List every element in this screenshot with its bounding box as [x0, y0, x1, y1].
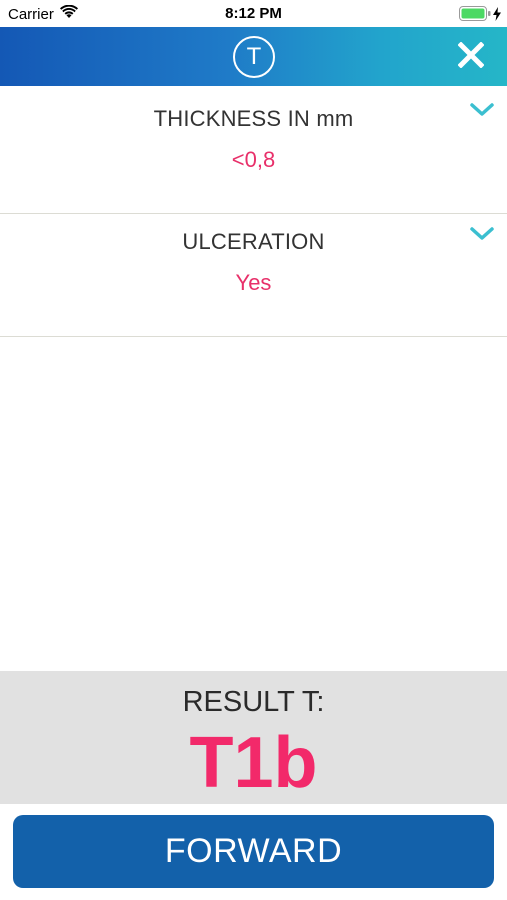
screen: Carrier 8:12 PM T THICKNESS IN mm <0,8 U… — [0, 0, 507, 900]
thickness-label: THICKNESS IN mm — [153, 106, 354, 131]
logo-letter: T — [246, 43, 262, 70]
chevron-down-icon[interactable] — [469, 224, 495, 244]
close-icon — [458, 42, 484, 68]
chevron-down-icon[interactable] — [469, 100, 495, 120]
result-panel: RESULT T: T1b — [0, 671, 507, 804]
battery-icon — [459, 6, 491, 25]
ulceration-selector[interactable]: ULCERATION Yes — [0, 214, 507, 337]
result-value: T1b — [189, 723, 318, 803]
result-label: RESULT T: — [182, 686, 325, 718]
charging-bolt-icon — [493, 6, 501, 25]
status-time: 8:12 PM — [225, 5, 282, 22]
status-bar: Carrier 8:12 PM — [0, 0, 507, 27]
close-button[interactable] — [454, 38, 488, 72]
ulceration-label: ULCERATION — [182, 229, 325, 254]
header-bar: T — [0, 27, 507, 86]
app-logo: T — [233, 36, 275, 78]
forward-button-label: FORWARD — [164, 832, 343, 870]
forward-button[interactable]: FORWARD — [13, 815, 494, 888]
ulceration-value: Yes — [235, 270, 272, 295]
thickness-value: <0,8 — [231, 147, 276, 172]
thickness-selector[interactable]: THICKNESS IN mm <0,8 — [0, 86, 507, 214]
battery-group — [459, 6, 501, 25]
